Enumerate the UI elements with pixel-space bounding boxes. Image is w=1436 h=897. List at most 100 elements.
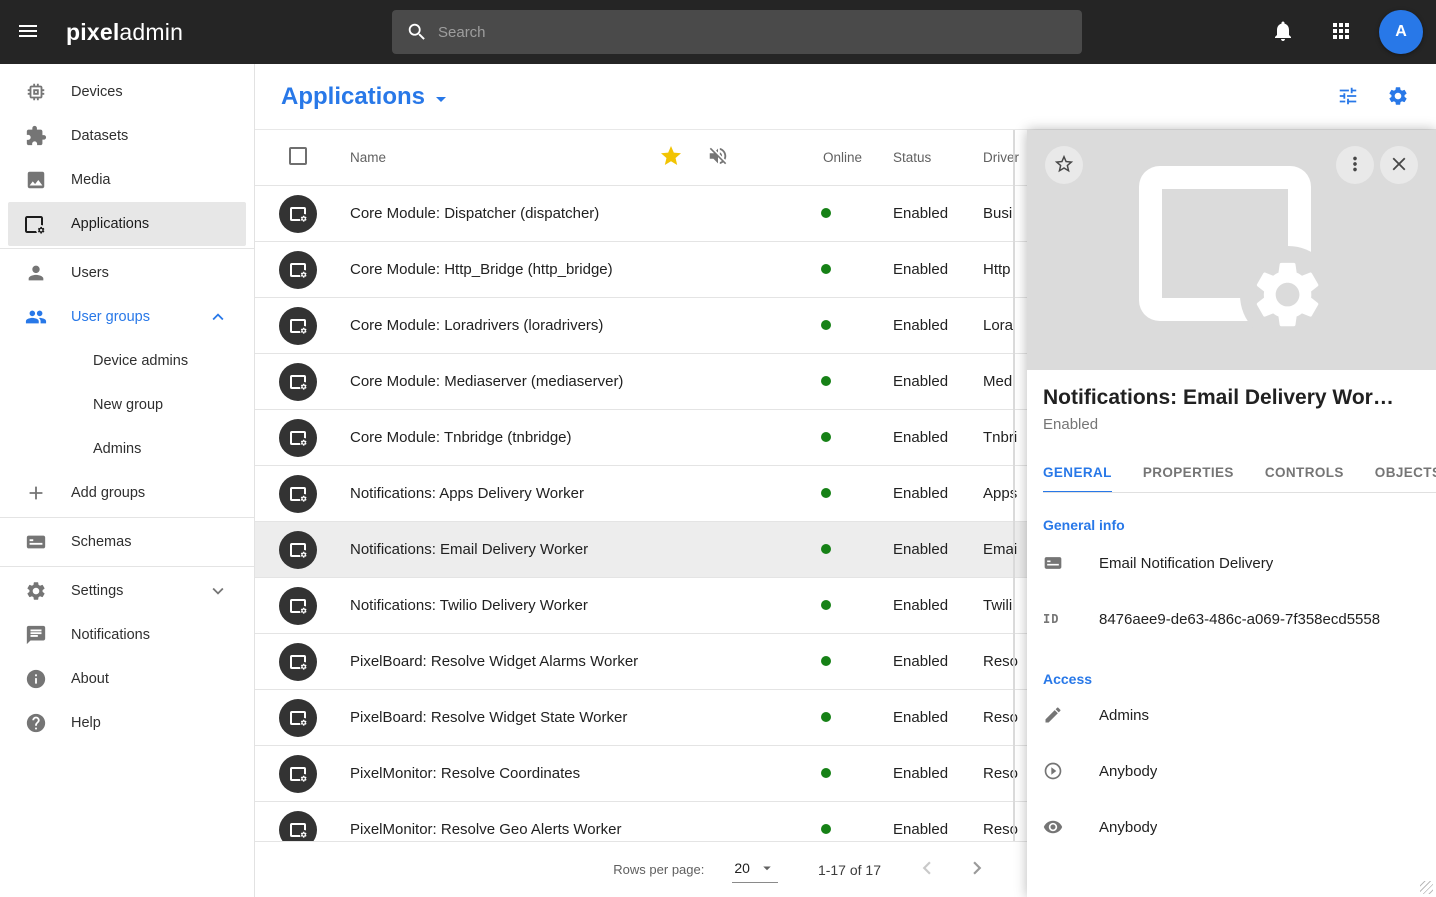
star-border-icon [1053, 153, 1075, 178]
sidebar-item-users[interactable]: Users [0, 251, 254, 295]
sidebar-item-schemas[interactable]: Schemas [0, 520, 254, 564]
select-all-checkbox[interactable] [289, 147, 307, 165]
puzzle-icon [25, 125, 49, 147]
cell-driver: Emai [967, 541, 1027, 558]
table-row[interactable]: Notifications: Apps Delivery WorkerEnabl… [255, 466, 1027, 522]
chevron-down-icon [207, 580, 229, 602]
favorite-button[interactable] [1045, 146, 1083, 184]
application-icon [279, 699, 317, 737]
search-icon [406, 21, 428, 43]
previous-page-button[interactable] [907, 850, 947, 890]
filter-columns-button[interactable] [1336, 85, 1360, 109]
application-icon [279, 307, 317, 345]
cell-name: Notifications: Email Delivery Worker [341, 541, 659, 558]
top-bar: pixeladmin A [0, 0, 1436, 64]
table-body: Core Module: Dispatcher (dispatcher)Enab… [255, 186, 1027, 841]
sidebar-item-help[interactable]: Help [0, 701, 254, 745]
column-header-status[interactable]: Status [877, 150, 967, 165]
cell-driver: Twili [967, 597, 1027, 614]
application-icon [279, 811, 317, 842]
pagination-range: 1-17 of 17 [818, 862, 881, 878]
cell-status: Enabled [877, 653, 967, 670]
sidebar-item-datasets[interactable]: Datasets [0, 114, 254, 158]
notifications-bell-button[interactable] [1263, 12, 1303, 52]
online-indicator [821, 432, 831, 442]
table-row[interactable]: PixelBoard: Resolve Widget Alarms Worker… [255, 634, 1027, 690]
sidebar-item-about[interactable]: About [0, 657, 254, 701]
table-row[interactable]: PixelBoard: Resolve Widget State WorkerE… [255, 690, 1027, 746]
sidebar-item-admins[interactable]: Admins [0, 427, 254, 471]
sidebar-item-label: Device admins [93, 353, 188, 369]
column-header-name[interactable]: Name [341, 150, 659, 165]
table-row[interactable]: Core Module: Http_Bridge (http_bridge) En… [255, 242, 1027, 298]
table-row[interactable]: Core Module: Tnbridge (tnbridge)EnabledT… [255, 410, 1027, 466]
sidebar-divider [0, 517, 254, 518]
info-row: Anybody [1043, 799, 1420, 855]
search-bar[interactable] [392, 10, 1082, 54]
tab-objects[interactable]: OBJECTS [1375, 455, 1436, 493]
sidebar-item-devices[interactable]: Devices [0, 70, 254, 114]
more-options-button[interactable] [1336, 146, 1374, 184]
cell-name: Core Module: Http_Bridge (http_bridge) [341, 261, 659, 278]
table-row[interactable]: Notifications: Email Delivery WorkerEnab… [255, 522, 1027, 578]
table-row[interactable]: Notifications: Twilio Delivery WorkerEna… [255, 578, 1027, 634]
sidebar-item-label: Users [71, 265, 109, 281]
info-row: ID8476aee9-de63-486c-a069-7f358ecd5558 [1043, 591, 1420, 647]
search-input[interactable] [438, 24, 1068, 41]
avatar[interactable]: A [1379, 10, 1423, 54]
cell-name: Notifications: Twilio Delivery Worker [341, 597, 659, 614]
eye-icon [1043, 817, 1067, 837]
table-row[interactable]: Core Module: Dispatcher (dispatcher)Enab… [255, 186, 1027, 242]
tab-properties[interactable]: PROPERTIES [1143, 455, 1234, 493]
application-icon [279, 643, 317, 681]
sidebar-item-new-group[interactable]: New group [0, 383, 254, 427]
application-image [1139, 166, 1311, 321]
content-header: Applications [255, 64, 1436, 130]
rows-per-page-value: 20 [734, 860, 750, 876]
table-row[interactable]: Core Module: Loradrivers (loradrivers)En… [255, 298, 1027, 354]
table-scrollbar[interactable] [1013, 130, 1015, 841]
id-icon: ID [1043, 612, 1067, 626]
logo-bold: pixel [66, 19, 119, 45]
close-panel-button[interactable] [1380, 146, 1418, 184]
rows-per-page-select[interactable]: 20 [732, 856, 778, 883]
cell-status: Enabled [877, 709, 967, 726]
cell-status: Enabled [877, 261, 967, 278]
cell-driver: Reso [967, 821, 1027, 838]
menu-button[interactable] [8, 12, 48, 52]
sidebar-item-applications[interactable]: Applications [8, 202, 246, 246]
cell-status: Enabled [877, 821, 967, 838]
cell-name: Core Module: Loradrivers (loradrivers) [341, 317, 659, 334]
sidebar-item-notifications[interactable]: Notifications [0, 613, 254, 657]
next-page-button[interactable] [957, 850, 997, 890]
apps-grid-button[interactable] [1321, 12, 1361, 52]
table-row[interactable]: PixelMonitor: Resolve CoordinatesEnabled… [255, 746, 1027, 802]
user-icon [25, 262, 49, 284]
table-row[interactable]: PixelMonitor: Resolve Geo Alerts WorkerE… [255, 802, 1027, 841]
plus-icon [25, 482, 49, 504]
mute-column-icon[interactable] [707, 155, 729, 170]
column-header-driver[interactable]: Driver [967, 150, 1027, 165]
panel-resize-handle[interactable] [1420, 881, 1433, 894]
content-toolbar [1336, 85, 1410, 109]
detail-sections: General infoEmail Notification DeliveryI… [1043, 517, 1420, 855]
column-header-online[interactable]: Online [807, 150, 877, 165]
table-settings-button[interactable] [1386, 85, 1410, 109]
favorite-column-icon[interactable] [659, 156, 683, 171]
sidebar-item-add-groups[interactable]: Add groups [0, 471, 254, 515]
sidebar-item-label: About [71, 671, 109, 687]
sidebar-item-settings[interactable]: Settings [0, 569, 254, 613]
sidebar-item-user-groups[interactable]: User groups [0, 295, 254, 339]
caret-down-icon [758, 859, 776, 877]
tab-controls[interactable]: CONTROLS [1265, 455, 1344, 493]
tab-general[interactable]: GENERAL [1043, 455, 1112, 493]
table-row[interactable]: Core Module: Mediaserver (mediaserver)En… [255, 354, 1027, 410]
sidebar-item-label: Help [71, 715, 101, 731]
sidebar-item-device-admins[interactable]: Device admins [0, 339, 254, 383]
applications-table: Name Online Status Driver Core Module: D… [255, 130, 1027, 841]
cell-status: Enabled [877, 373, 967, 390]
page-title-dropdown[interactable]: Applications [281, 83, 453, 111]
close-icon [1388, 153, 1410, 178]
cell-name: Core Module: Tnbridge (tnbridge) [341, 429, 659, 446]
sidebar-item-media[interactable]: Media [0, 158, 254, 202]
